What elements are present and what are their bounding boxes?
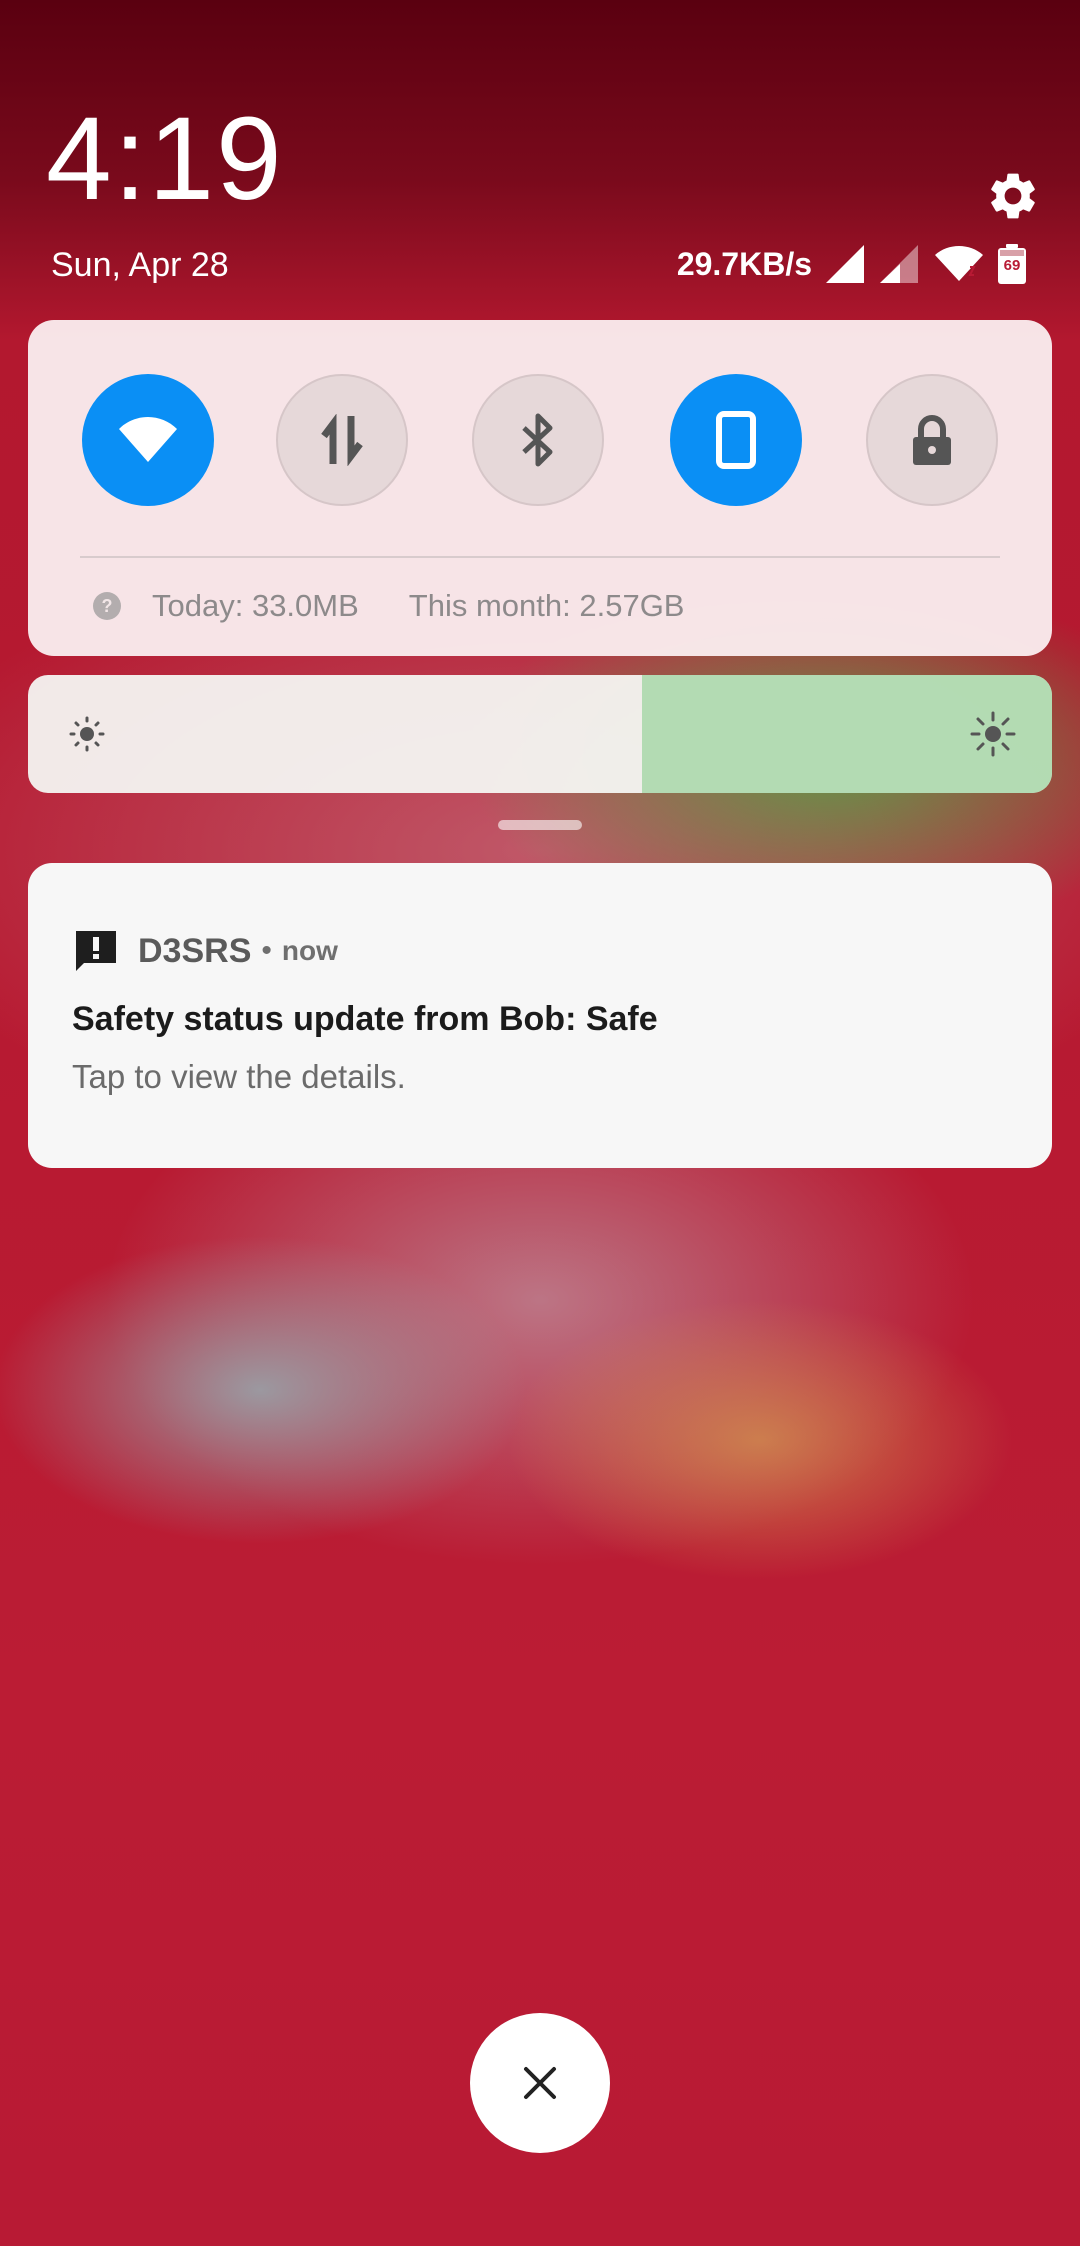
lock-icon: [913, 415, 951, 465]
close-icon: [524, 2067, 556, 2099]
battery-level: 69: [1003, 257, 1021, 274]
notification-card[interactable]: D3SRS • now Safety status update from Bo…: [28, 863, 1052, 1168]
toggle-mobile-data[interactable]: [276, 374, 408, 506]
usage-today: Today: 33.0MB: [152, 588, 359, 623]
drag-handle[interactable]: [498, 820, 582, 830]
status-bar: 29.7KB/s 69: [677, 242, 1026, 286]
brightness-high-icon: [970, 711, 1016, 757]
quick-settings-panel: ? Today: 33.0MB This month: 2.57GB: [28, 320, 1052, 656]
svg-text:?: ?: [102, 596, 113, 616]
signal-2-icon: [880, 245, 918, 283]
clock-time: 4:19: [46, 93, 284, 225]
brightness-low-icon: [69, 716, 105, 752]
toggle-bluetooth[interactable]: [472, 374, 604, 506]
close-button[interactable]: [470, 2013, 610, 2153]
toggle-screen[interactable]: [670, 374, 802, 506]
notification-title: Safety status update from Bob: Safe: [72, 1000, 658, 1038]
divider: [80, 556, 1000, 558]
notification-app-name: D3SRS: [138, 931, 252, 970]
gear-icon[interactable]: [985, 168, 1041, 224]
phone-icon: [716, 411, 756, 469]
brightness-slider[interactable]: [28, 675, 1052, 793]
bluetooth-icon: [522, 413, 553, 467]
clock-date: Sun, Apr 28: [51, 246, 229, 284]
signal-1-icon: [826, 245, 864, 283]
notification-time: now: [281, 935, 338, 966]
battery-icon: 69: [998, 244, 1026, 284]
toggle-lock[interactable]: [866, 374, 998, 506]
wifi-icon: [119, 417, 177, 462]
notification-text: Tap to view the details.: [72, 1058, 406, 1095]
wifi-icon: [935, 246, 983, 281]
usage-month: This month: 2.57GB: [408, 588, 685, 623]
notification-header: D3SRS • now: [74, 929, 338, 973]
notification-separator: •: [261, 934, 272, 967]
data-usage-row[interactable]: ? Today: 33.0MB This month: 2.57GB: [92, 588, 684, 624]
mobile-data-icon: [321, 414, 363, 466]
help-icon: ?: [93, 592, 121, 620]
alert-message-icon: [76, 931, 116, 971]
network-speed: 29.7KB/s: [676, 245, 812, 282]
toggle-wifi[interactable]: [82, 374, 214, 506]
